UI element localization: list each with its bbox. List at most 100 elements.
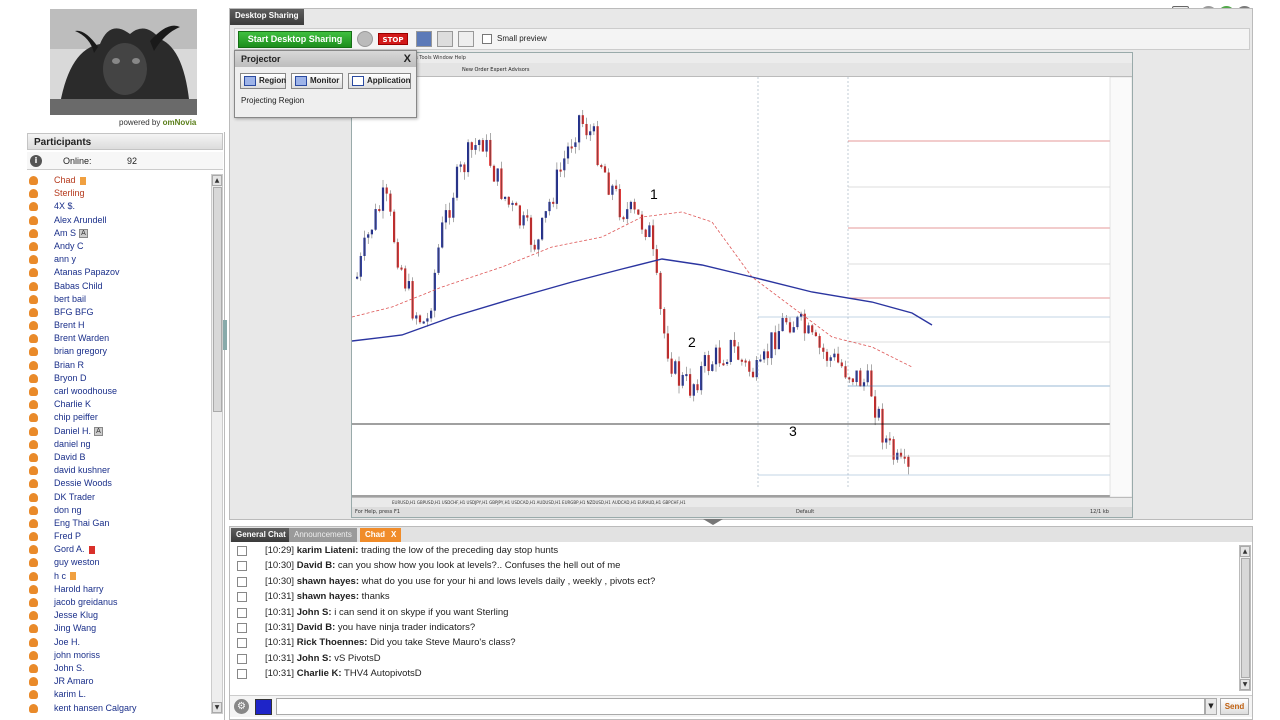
participant-item[interactable]: kent hansen Calgary	[27, 702, 211, 715]
participant-item[interactable]: Eng Thai Gan	[27, 517, 211, 530]
close-icon[interactable]: X	[404, 53, 411, 65]
chat-panel: General Chat Announcements Chad X [10:29]…	[229, 526, 1253, 720]
message-checkbox[interactable]	[237, 576, 247, 587]
participant-item[interactable]: Joe H.	[27, 636, 211, 649]
participant-item[interactable]: 4X $.	[27, 200, 211, 213]
participant-item[interactable]: john moriss	[27, 649, 211, 662]
participant-item[interactable]: carl woodhouse	[27, 385, 211, 398]
message-checkbox[interactable]	[237, 546, 247, 556]
message-text: trading the low of the preceding day sto…	[361, 545, 559, 556]
scroll-down-button[interactable]: ▼	[212, 702, 222, 713]
desktop-sharing-tab[interactable]: Desktop Sharing	[230, 9, 304, 25]
participant-name: 4X $.	[54, 201, 76, 212]
participant-item[interactable]: Babas Child	[27, 280, 211, 293]
participant-item[interactable]: Andy C	[27, 240, 211, 253]
participant-item[interactable]: Daniel H. A	[27, 425, 211, 438]
participant-item[interactable]: karim L.	[27, 688, 211, 701]
participant-item[interactable]: Bryon D	[27, 372, 211, 385]
participant-item[interactable]: david kushner	[27, 464, 211, 477]
message-checkbox[interactable]	[237, 622, 247, 633]
chat-input[interactable]	[276, 698, 1205, 715]
tab-chad[interactable]: Chad X	[360, 528, 402, 542]
monitor-button[interactable]: Monitor	[291, 73, 343, 89]
participant-item[interactable]: h c	[27, 570, 211, 583]
participant-item[interactable]: Brent H	[27, 319, 211, 332]
participant-item[interactable]: Charlie K	[27, 398, 211, 411]
participant-scrollbar[interactable]: ▲ ▼	[211, 174, 223, 714]
participant-item[interactable]: ann y	[27, 253, 211, 266]
participant-item[interactable]: BFG BFG	[27, 306, 211, 319]
participant-item[interactable]: Brian R	[27, 359, 211, 372]
chevron-down-icon[interactable]: ▼	[1205, 698, 1217, 715]
tab-announcements[interactable]: Announcements	[289, 528, 357, 542]
send-button[interactable]: Send	[1220, 698, 1249, 715]
message-checkbox[interactable]	[237, 592, 247, 603]
user-icon	[29, 677, 38, 687]
region-icon[interactable]	[437, 31, 453, 47]
participant-item[interactable]: JR Amaro	[27, 675, 211, 688]
user-icon	[29, 558, 38, 568]
participant-item[interactable]: daniel ng	[27, 438, 211, 451]
tab-general-chat[interactable]: General Chat	[231, 528, 291, 542]
start-desktop-sharing-button[interactable]: Start Desktop Sharing	[238, 31, 352, 48]
application-button[interactable]: Application	[348, 73, 411, 89]
settings-icon[interactable]	[357, 31, 373, 47]
participant-name: Babas Child	[54, 280, 103, 291]
application-icon	[352, 76, 364, 86]
participant-item[interactable]: Am SA	[27, 227, 211, 240]
participant-item[interactable]: DK Trader	[27, 491, 211, 504]
participant-item[interactable]: Harold harry	[27, 583, 211, 596]
scroll-down-button[interactable]: ▼	[1240, 679, 1250, 690]
participant-item[interactable]: Jesse Klug	[27, 609, 211, 622]
participant-item[interactable]: Atanas Papazov	[27, 266, 211, 279]
message-text: THV4 AutopivotsD	[344, 668, 422, 680]
participant-name: john moriss	[54, 649, 101, 660]
panel-resize-handle[interactable]	[703, 519, 723, 525]
text-color-picker[interactable]	[255, 699, 272, 715]
gear-icon[interactable]: ⚙	[234, 699, 249, 714]
message-line: [10:31] Charlie K: THV4 AutopivotsD	[265, 666, 422, 681]
participant-name: Jesse Klug	[54, 610, 99, 621]
participant-item[interactable]: David B	[27, 451, 211, 464]
scroll-thumb[interactable]	[213, 187, 222, 412]
user-icon	[29, 307, 38, 317]
message-checkbox[interactable]	[237, 653, 247, 664]
participant-item[interactable]: Dessie Woods	[27, 477, 211, 490]
participant-item[interactable]: chip peiffer	[27, 411, 211, 424]
participant-name: karim L.	[54, 689, 87, 700]
chat-message: [10:31] John S: vS PivotsD	[230, 651, 1238, 666]
message-checkbox[interactable]	[237, 638, 247, 649]
region-button[interactable]: Region	[240, 73, 286, 89]
fit-screen-icon[interactable]	[458, 31, 474, 47]
participant-item[interactable]: bert bail	[27, 293, 211, 306]
chat-input-row: ⚙ ▼ Send	[230, 695, 1252, 717]
close-tab-icon[interactable]: X	[391, 530, 396, 539]
scroll-thumb[interactable]	[1241, 558, 1250, 678]
participant-item[interactable]: Brent Warden	[27, 332, 211, 345]
chat-scrollbar[interactable]: ▲ ▼	[1239, 545, 1251, 691]
scroll-up-button[interactable]: ▲	[1240, 546, 1250, 557]
scroll-up-button[interactable]: ▲	[212, 175, 222, 186]
participant-item[interactable]: Chad	[27, 174, 211, 187]
small-preview-checkbox[interactable]	[482, 34, 492, 44]
participant-item[interactable]: Fred P	[27, 530, 211, 543]
participant-item[interactable]: John S.	[27, 662, 211, 675]
message-text: can you show how you look at levels?.. C…	[337, 560, 621, 572]
participant-item[interactable]: Sterling	[27, 187, 211, 200]
participant-item[interactable]: jacob greidanus	[27, 596, 211, 609]
participant-item[interactable]: guy weston	[27, 556, 211, 569]
message-checkbox[interactable]	[237, 607, 247, 618]
message-checkbox[interactable]	[237, 561, 247, 572]
panel-splitter[interactable]	[223, 320, 227, 350]
participant-item[interactable]: Jing Wang	[27, 622, 211, 635]
info-icon[interactable]: i	[30, 155, 42, 167]
participant-name: Dessie Woods	[54, 478, 112, 489]
record-icon[interactable]	[416, 31, 432, 47]
small-preview-label: Small preview	[497, 34, 547, 43]
message-checkbox[interactable]	[237, 669, 247, 680]
stop-button[interactable]: STOP	[378, 33, 408, 45]
participant-item[interactable]: Alex Arundell	[27, 214, 211, 227]
participant-item[interactable]: don ng	[27, 504, 211, 517]
participant-item[interactable]: Gord A.	[27, 543, 211, 556]
participant-item[interactable]: brian gregory	[27, 345, 211, 358]
